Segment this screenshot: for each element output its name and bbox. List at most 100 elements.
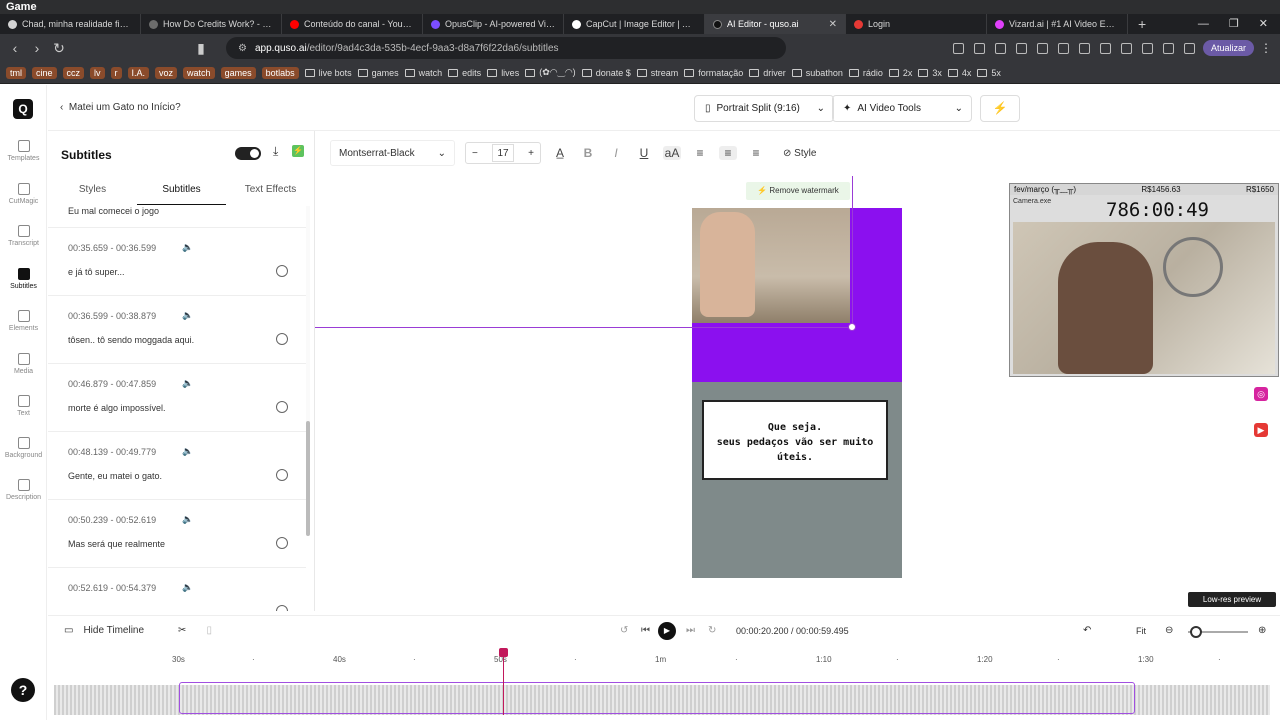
bookmark-item[interactable]: I.A. — [127, 66, 150, 79]
close-tab-icon[interactable]: ✕ — [829, 19, 837, 30]
youtube-shorts-icon[interactable]: ▶ — [1254, 423, 1268, 437]
speaker-icon[interactable]: 🔈 — [182, 582, 193, 593]
emoji-icon[interactable] — [276, 265, 288, 277]
browser-tab[interactable]: OpusClip - AI-powered Video — [423, 14, 564, 34]
remove-watermark-button[interactable]: ⚡ Remove watermark — [746, 182, 850, 200]
browser-tab[interactable]: Vizard.ai | #1 AI Video Editing — [987, 14, 1128, 34]
extension-icon[interactable] — [1141, 42, 1153, 54]
nav-item-subtitles[interactable]: Subtitles — [0, 268, 47, 290]
bookmark-item[interactable]: edits — [448, 68, 481, 78]
facecam-video[interactable] — [692, 208, 850, 323]
tab-subtitles[interactable]: Subtitles — [137, 183, 226, 205]
bookmark-item[interactable]: botlabs — [261, 66, 299, 79]
subtitle-row[interactable]: 00:35.659 - 00:36.599 🔈 e já tô super... — [48, 228, 306, 296]
tab-styles[interactable]: Styles — [48, 183, 137, 205]
extension-icon[interactable] — [994, 42, 1006, 54]
forward-icon[interactable]: ↻ — [708, 625, 716, 636]
bookmark-item[interactable]: live bots — [304, 68, 352, 78]
update-button[interactable]: Atualizar — [1202, 40, 1254, 56]
bookmark-item[interactable]: rádio — [848, 68, 883, 78]
browser-tab[interactable]: Conteúdo do canal - YouTube — [282, 14, 423, 34]
tab-text-effects[interactable]: Text Effects — [226, 183, 315, 205]
align-left-icon[interactable]: ≡ — [691, 146, 709, 160]
zoom-in-icon[interactable]: ⊕ — [1258, 625, 1266, 636]
speaker-icon[interactable]: 🔈 — [182, 378, 193, 389]
bookmark-item[interactable]: games — [220, 66, 256, 79]
zoom-slider-knob[interactable] — [1190, 626, 1202, 638]
subtitle-time[interactable]: 00:48.139 - 00:49.779 — [68, 447, 156, 457]
resize-handle[interactable] — [848, 323, 856, 331]
hide-timeline-button[interactable]: ▭ Hide Timeline ✂ ▯ — [64, 625, 212, 636]
menu-icon[interactable]: ⋮ — [1260, 41, 1272, 55]
subtitle-time[interactable]: 00:35.659 - 00:36.599 — [68, 243, 156, 253]
speaker-icon[interactable]: 🔈 — [182, 310, 193, 321]
bookmark-item[interactable]: subathon — [791, 68, 843, 78]
align-right-icon[interactable]: ≡ — [747, 146, 765, 160]
browser-tab[interactable]: How Do Credits Work? - Opus — [141, 14, 282, 34]
nav-item-media[interactable]: Media — [0, 353, 47, 375]
browser-tab[interactable]: Chad, minha realidade financeira — [0, 14, 141, 34]
subtitle-text[interactable]: Mas será que realmente — [68, 539, 165, 549]
bookmark-item[interactable]: 4x — [947, 68, 971, 78]
case-icon[interactable]: aA — [663, 146, 681, 160]
bookmark-item[interactable]: formatação — [684, 68, 743, 78]
subtitle-text[interactable]: Gente, eu matei o gato. — [68, 471, 162, 481]
text-color-icon[interactable]: A̲ — [551, 146, 569, 160]
subtitles-toggle[interactable] — [235, 147, 261, 160]
reload-icon[interactable]: ↻ — [48, 40, 70, 57]
bookmark-item[interactable]: 3x — [918, 68, 942, 78]
zoom-out-icon[interactable]: ⊖ — [1165, 625, 1173, 636]
subtitle-text[interactable]: Eu mal comecei o jogo — [68, 206, 159, 216]
project-title[interactable]: ‹ Matei um Gato no Início? — [60, 102, 181, 113]
quso-logo[interactable]: Q — [13, 99, 33, 119]
subtitle-time[interactable]: 00:36.599 - 00:38.879 — [68, 311, 156, 321]
extension-icon[interactable] — [1183, 42, 1195, 54]
subtitle-row[interactable]: 00:48.139 - 00:49.779 🔈 Gente, eu matei o … — [48, 432, 306, 500]
list-item[interactable]: Eu mal comecei o jogo — [48, 206, 306, 228]
extension-icon[interactable] — [1099, 42, 1111, 54]
extension-icon[interactable] — [1120, 42, 1132, 54]
playhead-handle[interactable] — [499, 648, 508, 657]
speaker-icon[interactable]: 🔈 — [182, 446, 193, 457]
bold-icon[interactable]: B — [579, 146, 597, 160]
undo-icon[interactable]: ↶ — [1083, 625, 1091, 636]
emoji-icon[interactable] — [276, 537, 288, 549]
bookmark-item[interactable]: stream — [636, 68, 678, 78]
style-button[interactable]: ⊘ Style — [783, 148, 816, 159]
layout-dropdown[interactable]: ▯ Portrait Split (9:16) ⌄ — [694, 95, 834, 122]
speaker-icon[interactable]: 🔈 — [182, 242, 193, 253]
plus-icon[interactable]: + — [528, 148, 534, 159]
align-center-icon[interactable]: ≡ — [719, 146, 737, 160]
ai-tools-dropdown[interactable]: ✦ AI Video Tools ⌄ — [832, 95, 972, 122]
address-bar[interactable]: ⚙ app.quso.ai/editor/9ad4c3da-535b-4ecf-… — [226, 37, 786, 59]
bookmark-item[interactable]: driver — [749, 68, 786, 78]
font-size-value[interactable]: 17 — [492, 144, 514, 162]
bookmark-item[interactable]: watch — [183, 66, 215, 79]
bookmark-item[interactable]: 2x — [888, 68, 912, 78]
bookmark-item[interactable]: 5x — [977, 68, 1001, 78]
emoji-icon[interactable] — [276, 605, 288, 611]
bookmark-item[interactable]: games — [357, 68, 399, 78]
subtitle-time[interactable]: 00:52.619 - 00:54.379 — [68, 583, 156, 593]
scrollbar-thumb[interactable] — [306, 421, 310, 536]
extension-icon[interactable] — [1036, 42, 1048, 54]
italic-icon[interactable]: I — [607, 146, 625, 160]
skip-back-icon[interactable]: ⏮ — [641, 625, 650, 636]
timeline-clip[interactable] — [179, 682, 1135, 714]
bookmark-icon[interactable]: ▮ — [190, 40, 212, 57]
nav-item-cutmagic[interactable]: CutMagic — [0, 183, 47, 205]
bookmark-item[interactable]: r — [110, 66, 122, 79]
minus-icon[interactable]: − — [472, 148, 478, 159]
subtitle-time[interactable]: 00:50.239 - 00:52.619 — [68, 515, 156, 525]
new-tab-button[interactable]: + — [1128, 14, 1156, 34]
bolt-button[interactable]: ⚡ — [980, 95, 1020, 122]
extension-icon[interactable] — [1162, 42, 1174, 54]
font-size-stepper[interactable]: − 17 + — [465, 142, 541, 164]
play-button[interactable]: ▶ — [658, 622, 676, 640]
emoji-icon[interactable] — [276, 469, 288, 481]
bookmark-item[interactable]: tml — [6, 66, 26, 79]
bookmark-item[interactable]: voz — [155, 66, 178, 79]
bookmark-item[interactable]: lv — [90, 66, 105, 79]
bookmark-item[interactable]: ccz — [62, 66, 85, 79]
extension-icon[interactable] — [952, 42, 964, 54]
